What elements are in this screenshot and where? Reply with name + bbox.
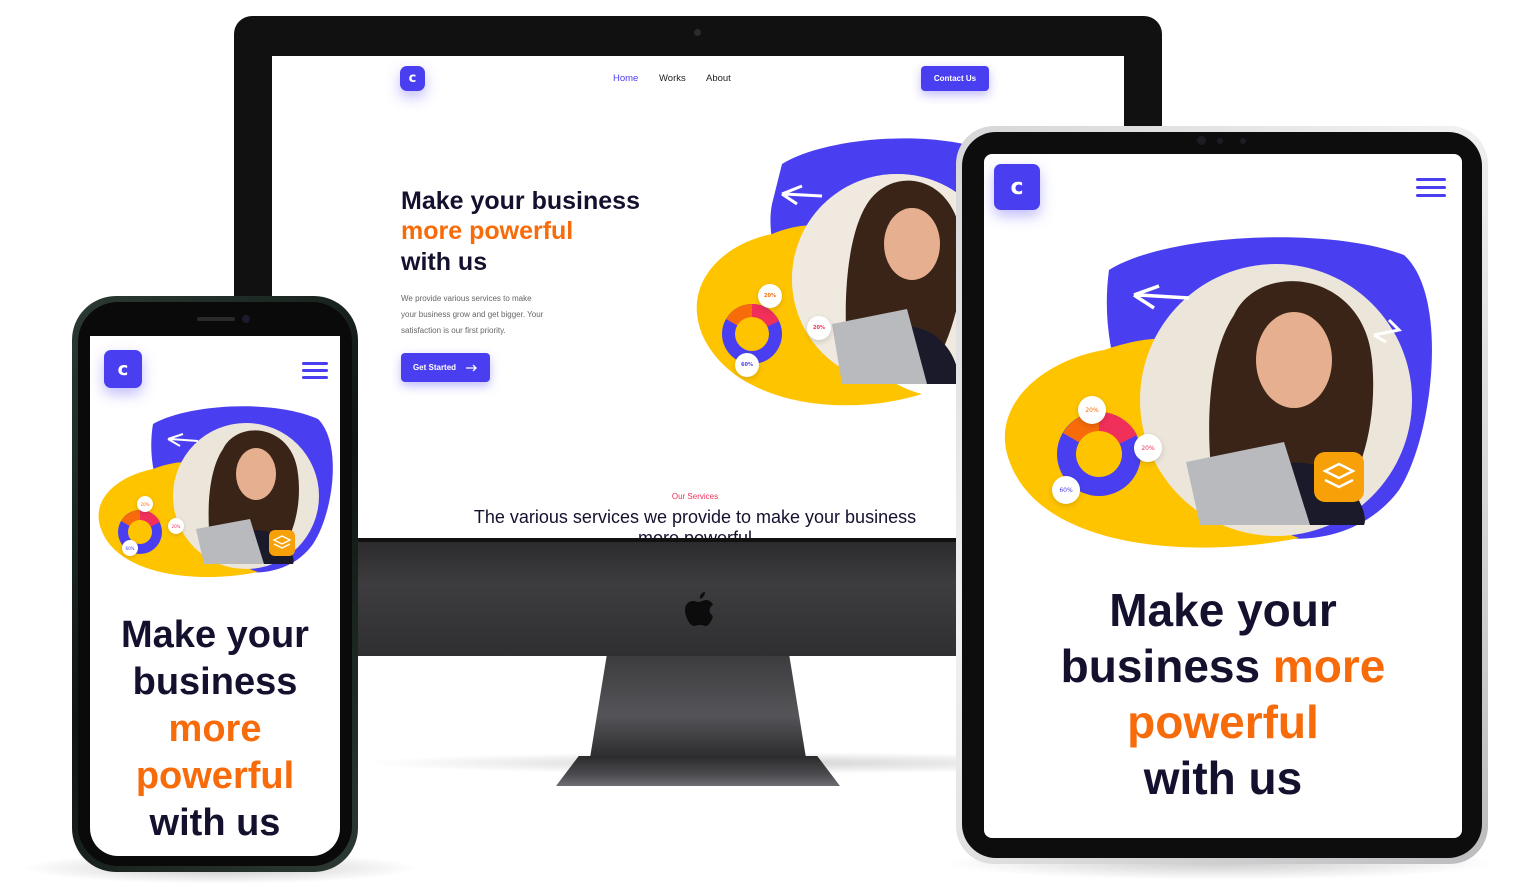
c-letter-icon: c	[408, 71, 417, 86]
mobile-donut-badge-right-label: 20%	[171, 523, 181, 529]
mobile-hero-line2: business	[132, 661, 298, 703]
hero-title-line3: with us	[401, 248, 488, 276]
imac-foot	[556, 756, 840, 786]
donut-badge-bottom: 60%	[735, 353, 759, 377]
hero-title-line2: more powerful	[401, 217, 574, 245]
arrow-right-icon	[466, 364, 477, 371]
mobile-donut-badge-bottom: 60%	[122, 540, 138, 556]
mobile-hero-line5: with us	[149, 802, 281, 844]
phone-camera	[242, 315, 250, 323]
nav-works-link[interactable]: Works	[659, 73, 686, 84]
tablet-hero-line2: business more	[984, 638, 1462, 694]
tablet-hero-line3: powerful	[1127, 696, 1319, 748]
c-letter-icon: c	[117, 358, 129, 380]
tablet-donut-badge-top-label: 20%	[1085, 406, 1099, 414]
tablet-hero-line1: Make your	[1109, 584, 1337, 636]
tablet-donut-badge-bottom-label: 60%	[1059, 486, 1073, 494]
tablet-hero-line2-accent: more	[1272, 640, 1386, 692]
c-letter-icon: c	[1010, 174, 1024, 200]
nav-home-link[interactable]: Home	[613, 73, 638, 84]
contact-us-button[interactable]: Contact Us	[921, 66, 989, 91]
mobile-donut-badge-bottom-label: 60%	[125, 545, 135, 551]
donut-badge-right: 20%	[807, 316, 831, 340]
tablet-screen: c 20% 20% 60% Make your business more po…	[984, 154, 1462, 838]
ipad-sensor	[1217, 138, 1223, 144]
hero-paragraph-l3: satisfaction is our first priority.	[401, 326, 506, 335]
donut-badge-right-label: 20%	[813, 325, 825, 331]
desktop-logo-button[interactable]: c	[400, 66, 425, 91]
imac-camera	[694, 29, 701, 36]
donut-badge-bottom-label: 60%	[741, 362, 753, 368]
mobile-hamburger-menu-icon[interactable]	[302, 362, 328, 379]
donut-badge-top-label: 20%	[764, 293, 776, 299]
tablet-hamburger-menu-icon[interactable]	[1416, 178, 1446, 197]
mobile-hero-line3: more	[168, 708, 262, 750]
imac-stand	[590, 652, 806, 758]
hero-paragraph-l1: We provide various services to make	[401, 294, 532, 303]
tablet-donut-badge-right: 20%	[1134, 434, 1162, 462]
get-started-button[interactable]: Get Started	[401, 353, 490, 382]
hero-title-line1: Make your business	[401, 187, 640, 215]
mobile-hero-line4: powerful	[135, 755, 295, 797]
apple-logo-icon	[685, 592, 713, 626]
tablet-hero-line4: with us	[1143, 752, 1303, 804]
donut-badge-top: 20%	[758, 284, 782, 308]
tablet-hero-line2-dark: business	[1060, 640, 1261, 692]
mobile-donut-badge-top-label: 20%	[140, 501, 150, 507]
tablet-donut-badge-bottom: 60%	[1052, 476, 1080, 504]
ipad-sensor-2	[1240, 138, 1246, 144]
phone-speaker	[197, 317, 235, 321]
hero-paragraph-l2: your business grow and get bigger. Your	[401, 310, 544, 319]
mobile-donut-badge-top: 20%	[137, 496, 153, 512]
nav-about-link[interactable]: About	[706, 73, 731, 84]
ipad-camera	[1197, 136, 1206, 145]
mobile-hero-line1: Make your	[121, 614, 309, 656]
tablet-donut-badge-right-label: 20%	[1141, 444, 1155, 452]
mobile-donut-badge-right: 20%	[168, 518, 184, 534]
get-started-label: Get Started	[412, 363, 457, 372]
mobile-screen: c 20% 20% 60% Make your business more po…	[90, 336, 340, 856]
tablet-donut-badge-top: 20%	[1078, 396, 1106, 424]
tablet-logo-button[interactable]: c	[994, 164, 1040, 210]
mobile-logo-button[interactable]: c	[104, 350, 142, 388]
